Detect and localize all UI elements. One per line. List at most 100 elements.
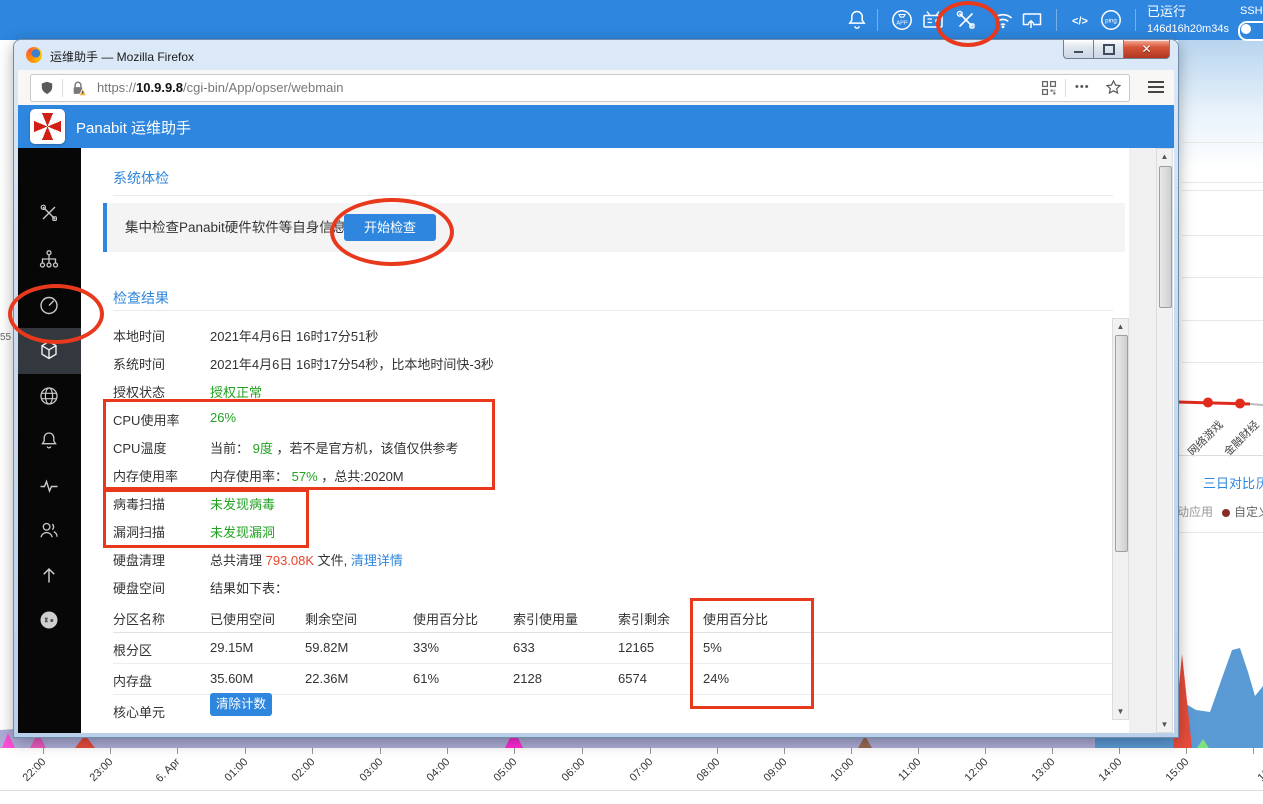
- x-axis-label: 08:00: [694, 756, 723, 784]
- firefox-window: 运维助手 — Mozilla Firefox ✕ https://10.9.9.…: [14, 40, 1178, 737]
- table-cell: 12165: [618, 640, 655, 655]
- code-icon[interactable]: </>: [1068, 8, 1092, 32]
- close-button[interactable]: ✕: [1123, 40, 1170, 59]
- point-label: 金融财经: [1222, 419, 1262, 459]
- results-scrollbar[interactable]: ▲ ▼: [1112, 318, 1129, 720]
- svg-text:APP: APP: [896, 21, 907, 27]
- bell-icon[interactable]: [845, 8, 869, 32]
- col-header: 剩余空间: [305, 612, 358, 627]
- background-glow: [1178, 40, 1263, 170]
- annotation-box-scans: [103, 489, 309, 548]
- x-axis-label: 12:00: [962, 756, 991, 784]
- qr-code-icon[interactable]: [1041, 80, 1057, 96]
- screen: 55 网络游戏 金融财经 三日对比 历 移动应用 自定义: [0, 0, 1263, 804]
- legend-mobile-apps[interactable]: 移动应用: [1178, 503, 1213, 520]
- x-axis-label: 6. Apr: [153, 756, 183, 785]
- x-axis-label: 04:00: [424, 756, 453, 784]
- legend-custom[interactable]: 自定义: [1222, 503, 1263, 520]
- x-axis-label: 23:00: [87, 756, 116, 784]
- tab-three-day-compare[interactable]: 三日对比: [1203, 473, 1255, 492]
- more-options-icon[interactable]: •••: [1075, 75, 1090, 99]
- page-scrollbar[interactable]: ▲ ▼: [1156, 148, 1173, 733]
- scrollbar-thumb[interactable]: [1159, 166, 1172, 308]
- clear-counter-button[interactable]: 清除计数: [210, 693, 272, 716]
- url-text: https://10.9.9.8/cgi-bin/App/opser/webma…: [97, 80, 344, 95]
- col-header: 使用百分比: [413, 612, 479, 627]
- col-header: 分区名称: [113, 612, 166, 627]
- sidebar-item-tools[interactable]: [38, 202, 60, 224]
- lock-warning-icon[interactable]: [69, 79, 87, 97]
- window-titlebar[interactable]: 运维助手 — Mozilla Firefox ✕: [14, 40, 1178, 70]
- health-check-box: 集中检查Panabit硬件软件等自身信息 开始检查: [103, 203, 1125, 252]
- ssh-toggle[interactable]: [1238, 21, 1263, 41]
- col-header: 已使用空间: [210, 612, 276, 627]
- x-axis-label: 05:00: [491, 756, 520, 784]
- section-title-health-check: 系统体检: [113, 170, 169, 186]
- table-cell: 35.60M: [210, 671, 254, 686]
- annotation-circle-start-button: [330, 198, 454, 266]
- legend-dot-icon: [1222, 508, 1230, 517]
- firefox-icon: [26, 47, 42, 63]
- table-cell: 22.36M: [305, 671, 349, 686]
- result-row-system-time: 系统时间 2021年4月6日 16时17分54秒，比本地时间快-3秒: [113, 357, 494, 372]
- bookmark-star-icon[interactable]: [1105, 79, 1122, 96]
- shield-icon[interactable]: [39, 80, 55, 96]
- url-bar[interactable]: https://10.9.9.8/cgi-bin/App/opser/webma…: [30, 74, 1130, 102]
- table-cell: 内存盘: [113, 674, 153, 689]
- x-axis-label: 09:00: [761, 756, 790, 784]
- page-gutter: [1129, 148, 1156, 733]
- table-cell: 29.15M: [210, 640, 254, 655]
- disk-table: 分区名称 已使用空间 剩余空间 使用百分比 索引使用量 索引剩余 使用百分比 根…: [18, 609, 1113, 733]
- table-cell: 61%: [413, 671, 440, 686]
- umbrella-icon: [34, 113, 61, 140]
- result-row-disk-space: 硬盘空间 结果如下表：: [113, 581, 289, 596]
- scroll-down-arrow[interactable]: ▼: [1114, 704, 1127, 719]
- system-taskbar: APP </> ping 已运行 146d16h20m34s SSH: [0, 0, 1263, 41]
- scroll-up-arrow[interactable]: ▲: [1158, 149, 1171, 164]
- ping-icon[interactable]: ping: [1099, 8, 1123, 32]
- x-axis-label: 01:00: [222, 756, 251, 784]
- table-footer-label: 核心单元: [113, 705, 166, 720]
- scroll-down-arrow[interactable]: ▼: [1158, 717, 1171, 732]
- app-brand: Panabit 运维助手: [76, 120, 192, 137]
- uptime-label: 已运行: [1147, 4, 1187, 19]
- table-cell: 2128: [513, 671, 542, 686]
- background-divider: [0, 790, 1263, 791]
- x-axis-label: 07:00: [627, 756, 656, 784]
- menu-hamburger-icon[interactable]: [1142, 76, 1170, 98]
- x-axis-label: 06:00: [559, 756, 588, 784]
- ssh-label: SSH: [1240, 5, 1263, 17]
- uptime-value: 146d16h20m34s: [1147, 23, 1229, 35]
- x-axis-label: 13:00: [1029, 756, 1058, 784]
- result-row-disk-clean: 硬盘清理 总共清理 793.08K 文件, 清理详情: [113, 553, 403, 568]
- panabit-logo: [30, 109, 65, 144]
- x-axis-label: 10:00: [828, 756, 857, 784]
- col-header: 索引使用量: [513, 612, 579, 627]
- annotation-circle-sidebar-check: [8, 284, 104, 344]
- x-axis-label: 14:00: [1096, 756, 1125, 784]
- sidebar-item-topology[interactable]: [38, 248, 60, 270]
- app-market-icon[interactable]: APP: [890, 8, 914, 32]
- tab-partial[interactable]: 历: [1256, 473, 1263, 492]
- col-header-index-remain[interactable]: 索引剩余: [618, 609, 670, 628]
- result-row-local-time: 本地时间 2021年4月6日 16时17分51秒: [113, 329, 379, 344]
- annotation-box-usage-column: [690, 598, 814, 709]
- maximize-button[interactable]: [1093, 40, 1123, 59]
- annotation-circle-tools-icon: [936, 1, 1000, 47]
- cast-screen-icon[interactable]: [1020, 8, 1044, 32]
- window-title: 运维助手 — Mozilla Firefox: [50, 50, 195, 64]
- annotation-box-cpu-memory: [103, 399, 495, 490]
- red-line-chart: [1178, 397, 1263, 409]
- svg-text:ping: ping: [1105, 18, 1117, 25]
- table-cell: 33%: [413, 640, 440, 655]
- x-axis-label: 22:00: [20, 756, 49, 784]
- table-cell: 59.82M: [305, 640, 349, 655]
- point-label: 网络游戏: [1186, 419, 1226, 459]
- app-header: Panabit 运维助手: [18, 105, 1174, 148]
- clean-details-link[interactable]: 清理详情: [351, 553, 403, 568]
- x-axis-label: 03:00: [357, 756, 386, 784]
- scroll-up-arrow[interactable]: ▲: [1114, 319, 1127, 334]
- health-check-description: 集中检查Panabit硬件软件等自身信息: [125, 220, 347, 235]
- minimize-button[interactable]: [1063, 40, 1093, 59]
- scrollbar-thumb[interactable]: [1115, 335, 1128, 552]
